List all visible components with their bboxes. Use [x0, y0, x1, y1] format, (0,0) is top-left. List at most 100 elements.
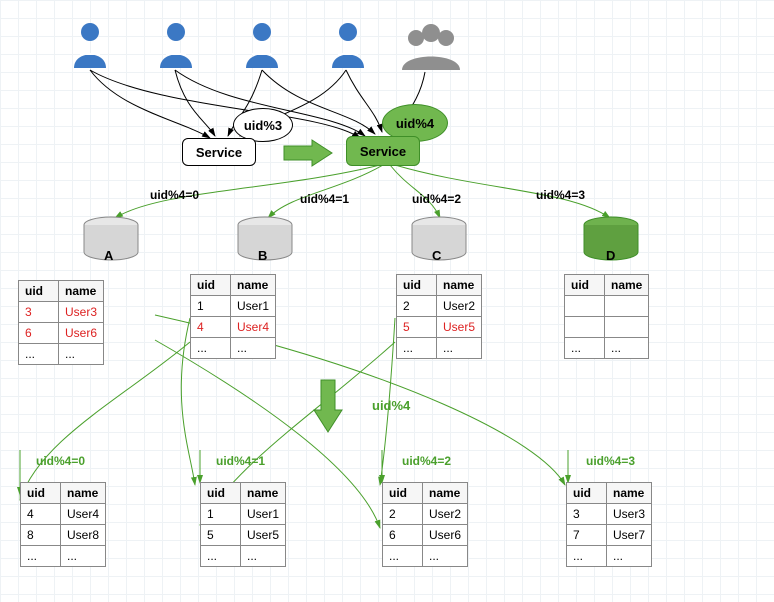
cell-uid: 1 [201, 504, 241, 525]
table-row: 1User1 [201, 504, 286, 525]
cell-uid: 8 [21, 525, 61, 546]
cell-name: User6 [423, 525, 468, 546]
cell-uid: 1 [191, 296, 231, 317]
table-new-d: uidname3User37User7...... [566, 482, 652, 567]
cell-uid: 5 [397, 317, 437, 338]
col-uid: uid [567, 483, 607, 504]
cell-name: User1 [241, 504, 286, 525]
cell-ellipsis: ... [607, 546, 652, 567]
rehash-label: uid%4 [372, 398, 410, 413]
table-row-ellipsis: ...... [201, 546, 286, 567]
cell-uid: 2 [383, 504, 423, 525]
route-label-top-b: uid%4=1 [300, 192, 349, 206]
migrate-arrow-icon [282, 138, 334, 168]
table-row: 6User6 [383, 525, 468, 546]
table-row: 2User2 [397, 296, 482, 317]
table-row [565, 296, 649, 317]
table-header-row: uidname [191, 275, 276, 296]
route-label-bottom-c: uid%4=2 [402, 454, 451, 468]
col-uid: uid [21, 483, 61, 504]
table-old-c: uidname2User25User5...... [396, 274, 482, 359]
cell-ellipsis: ... [567, 546, 607, 567]
cell-ellipsis: ... [231, 338, 276, 359]
table-header-row: uidname [21, 483, 106, 504]
table-header-row: uidname [383, 483, 468, 504]
col-name: name [61, 483, 106, 504]
route-label-bottom-a: uid%4=0 [36, 454, 85, 468]
table-new-a: uidname4User48User8...... [20, 482, 106, 567]
cell-ellipsis: ... [201, 546, 241, 567]
cell-ellipsis: ... [565, 338, 605, 359]
table-row: 3User3 [19, 302, 104, 323]
table-row: 5User5 [201, 525, 286, 546]
table-header-row: uidname [567, 483, 652, 504]
table-old-d: uidname ...... [564, 274, 649, 359]
col-name: name [607, 483, 652, 504]
col-uid: uid [19, 281, 59, 302]
table-row: 3User3 [567, 504, 652, 525]
table-old-b: uidname1User14User4...... [190, 274, 276, 359]
table-row-ellipsis: ...... [397, 338, 482, 359]
db-label-a: A [104, 248, 113, 263]
cell-name: User2 [437, 296, 482, 317]
col-name: name [241, 483, 286, 504]
table-row-ellipsis: ...... [565, 338, 649, 359]
hash-bubble-old: uid%3 [233, 108, 293, 142]
table-header-row: uidname [19, 281, 104, 302]
person-icon [240, 20, 284, 73]
person-icon [68, 20, 112, 73]
table-row: 1User1 [191, 296, 276, 317]
cell-name: User4 [61, 504, 106, 525]
service-box-new: Service [346, 136, 420, 166]
service-box-old: Service [182, 138, 256, 166]
table-new-b: uidname1User15User5...... [200, 482, 286, 567]
cell-ellipsis: ... [61, 546, 106, 567]
db-label-b: B [258, 248, 267, 263]
cell-uid: 4 [191, 317, 231, 338]
route-label-bottom-b: uid%4=1 [216, 454, 265, 468]
cell-uid: 7 [567, 525, 607, 546]
col-name: name [423, 483, 468, 504]
cell-ellipsis: ... [605, 338, 649, 359]
col-uid: uid [565, 275, 605, 296]
route-label-top-c: uid%4=2 [412, 192, 461, 206]
cell-name: User2 [423, 504, 468, 525]
table-header-row: uidname [397, 275, 482, 296]
cell-name: User1 [231, 296, 276, 317]
cell-ellipsis: ... [241, 546, 286, 567]
table-header-row: uidname [565, 275, 649, 296]
person-icon [326, 20, 370, 73]
cell-ellipsis: ... [21, 546, 61, 567]
cell-name: User3 [59, 302, 104, 323]
route-label-bottom-d: uid%4=3 [586, 454, 635, 468]
service-box-old-text: Service [196, 145, 242, 160]
table-row: 4User4 [191, 317, 276, 338]
cell-ellipsis: ... [437, 338, 482, 359]
route-label-top-a: uid%4=0 [150, 188, 199, 202]
cell-uid: 4 [21, 504, 61, 525]
cell-ellipsis: ... [19, 344, 59, 365]
rehash-arrow-icon [312, 378, 344, 434]
cell-uid: 6 [383, 525, 423, 546]
table-row: 7User7 [567, 525, 652, 546]
cell-ellipsis: ... [59, 344, 104, 365]
route-label-top-d: uid%4=3 [536, 188, 585, 202]
cell-ellipsis: ... [191, 338, 231, 359]
person-icon [154, 20, 198, 73]
table-old-a: uidname3User36User6...... [18, 280, 104, 365]
col-uid: uid [397, 275, 437, 296]
col-uid: uid [191, 275, 231, 296]
table-header-row: uidname [201, 483, 286, 504]
col-uid: uid [201, 483, 241, 504]
cell-name: User5 [241, 525, 286, 546]
hash-bubble-old-text: uid%3 [244, 118, 282, 133]
hash-bubble-new-text: uid%4 [396, 116, 434, 131]
table-row [565, 317, 649, 338]
table-row: 4User4 [21, 504, 106, 525]
cell-ellipsis: ... [397, 338, 437, 359]
table-row: 6User6 [19, 323, 104, 344]
db-label-c: C [432, 248, 441, 263]
col-name: name [437, 275, 482, 296]
cell-uid: 3 [19, 302, 59, 323]
col-name: name [59, 281, 104, 302]
